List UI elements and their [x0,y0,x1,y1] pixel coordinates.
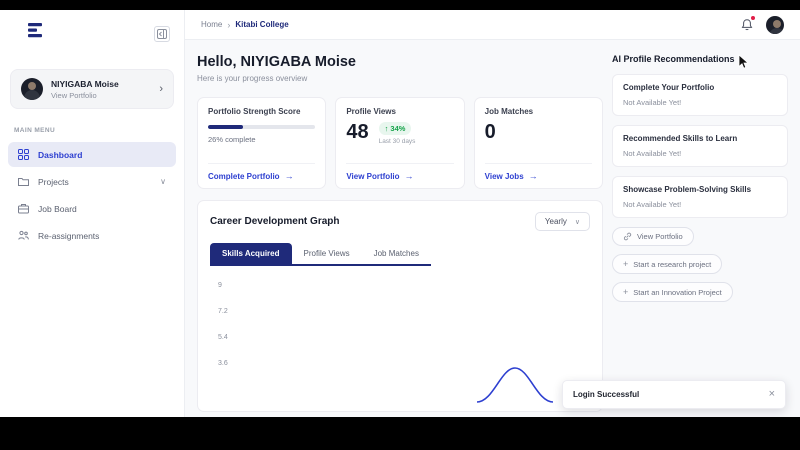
status-text: Not Available Yet! [623,200,682,209]
sidebar-item-job-board[interactable]: Job Board [8,196,176,221]
tab-skills-acquired[interactable]: Skills Acquired [210,243,292,264]
main-content: Hello, NIYIGABA Moise Here is your progr… [197,54,603,412]
chevron-down-icon: ∨ [574,218,580,226]
card-title: Job Matches [484,107,534,116]
view-jobs-link[interactable]: View Jobs → [484,163,592,188]
breadcrumb-current[interactable]: Kitabi College [235,20,288,29]
progress-text: 26% complete [208,135,256,144]
profile-views-card: Profile Views 48 ↑ 34% Last 30 days View… [335,97,465,189]
graph-tabs: Skills Acquired Profile Views Job Matche… [210,243,431,266]
sidebar-item-projects[interactable]: Projects ∨ [8,169,176,194]
top-bar: Home › Kitabi College [185,10,800,40]
panel-title: AI Profile Recommendations [612,54,735,64]
job-matches-card: Job Matches 0 View Jobs → [473,97,603,189]
card-title: Portfolio Strength Score [208,107,301,116]
view-portfolio-button[interactable]: View Portfolio [612,227,694,246]
complete-portfolio-link[interactable]: Complete Portfolio → [208,163,316,188]
start-research-project-button[interactable]: + Start a research project [612,254,723,274]
notifications-button[interactable] [740,14,756,32]
up-arrow-icon: ↑ [384,124,389,133]
page-subtitle: Here is your progress overview [197,74,308,83]
sidebar-item-label: Re-assignments [38,230,100,241]
page-title: Hello, NIYIGABA Moise [197,54,356,70]
period-dropdown[interactable]: Yearly ∨ [534,212,590,231]
growth-badge: ↑ 34% [378,122,412,135]
arrow-right-icon: → [404,171,414,181]
line-series [476,367,554,403]
plus-icon: + [623,259,629,269]
sidebar-profile-card[interactable]: NIYIGABA Moise View Portfolio › [10,69,174,109]
chevron-right-icon: › [159,83,163,95]
toast-login-successful: Login Successful × [562,380,786,409]
recommendation-card: Showcase Problem-Solving Skills Not Avai… [612,176,788,218]
sidebar-collapse-button[interactable] [154,25,170,42]
close-icon[interactable]: × [769,389,775,400]
portfolio-progress-bar [208,125,316,129]
y-axis-tick: 5.4 [218,334,228,341]
profile-view-portfolio-link[interactable]: View Portfolio [51,91,151,100]
sidebar-item-label: Dashboard [38,149,83,160]
toast-message: Login Successful [573,390,640,399]
card-title: Profile Views [346,107,396,116]
start-innovation-project-button[interactable]: + Start an Innovation Project [612,282,733,302]
folder-icon [18,176,29,187]
job-matches-value: 0 [484,121,496,143]
y-axis-tick: 7.2 [218,308,228,315]
chevron-down-icon: ∨ [160,177,166,186]
sidebar: NIYIGABA Moise View Portfolio › MAIN MEN… [0,10,185,417]
app-window: NIYIGABA Moise View Portfolio › MAIN MEN… [0,10,800,417]
tab-job-matches[interactable]: Job Matches [362,243,431,264]
view-portfolio-link[interactable]: View Portfolio → [346,163,454,188]
link-icon [623,232,632,241]
dashboard-icon [18,149,29,160]
briefcase-icon [18,203,29,214]
sidebar-item-label: Job Board [38,203,77,214]
ai-recommendations-panel: AI Profile Recommendations Complete Your… [612,54,788,310]
portfolio-strength-card: Portfolio Strength Score 26% complete Co… [197,97,327,189]
recommendation-card: Recommended Skills to Learn Not Availabl… [612,125,788,167]
y-axis-tick: 3.6 [218,360,228,367]
app-logo-icon [26,22,46,45]
career-development-graph-card: Career Development Graph Yearly ∨ Skills… [197,200,603,412]
breadcrumb-separator-icon: › [227,19,231,30]
plus-icon: + [623,287,629,297]
tab-profile-views[interactable]: Profile Views [292,243,362,264]
profile-name: NIYIGABA Moise [51,78,119,89]
arrow-right-icon: → [284,171,294,181]
status-text: Not Available Yet! [623,98,682,107]
sidebar-item-label: Projects [38,176,69,187]
badge-caption: Last 30 days [378,138,416,145]
arrow-right-icon: → [528,171,538,181]
sidebar-item-re-assignments[interactable]: Re-assignments [8,223,176,248]
status-text: Not Available Yet! [623,149,682,158]
profile-views-value: 48 [346,121,369,143]
recommendation-card: Complete Your Portfolio Not Available Ye… [612,74,788,116]
main-menu-label: MAIN MENU [14,127,56,134]
breadcrumb-home[interactable]: Home [201,20,222,29]
people-icon [18,230,29,241]
stage: NIYIGABA Moise View Portfolio › MAIN MEN… [0,0,800,450]
chart-plot-area: 9 7.2 5.4 3.6 [210,280,590,403]
graph-title: Career Development Graph [210,216,340,227]
y-axis-tick: 9 [218,282,222,289]
notification-badge [750,14,756,21]
profile-avatar [21,78,43,100]
user-avatar[interactable] [766,15,784,34]
sidebar-item-dashboard[interactable]: Dashboard [8,142,176,167]
portfolio-progress-fill [208,125,244,129]
